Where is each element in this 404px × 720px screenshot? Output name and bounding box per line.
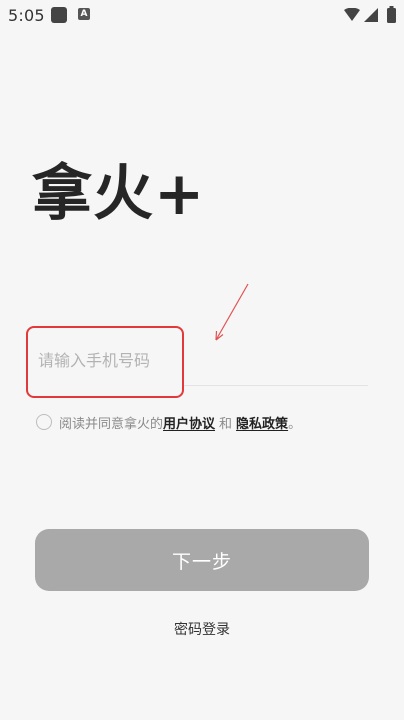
battery-icon [387,6,396,23]
phone-number-input[interactable] [38,342,278,378]
app-title: 拿火+ [32,159,206,229]
annotation-arrow-icon [215,283,249,341]
status-time: 5:05 [8,6,45,25]
input-underline [184,385,368,386]
agreement-prefix: 阅读并同意拿火的 [59,416,164,432]
agreement-suffix: 。 [288,416,302,432]
wifi-icon [344,8,360,21]
a-app-icon: A [78,8,90,20]
status-bar: 5:05 A [0,0,404,32]
privacy-policy-link[interactable]: 隐私政策 [236,413,288,432]
agreement-row: 阅读并同意拿火的 用户协议 和 隐私政策 。 [36,412,301,432]
signal-icon [364,8,378,22]
square-app-icon [51,7,67,23]
agreement-checkbox[interactable] [36,414,52,430]
next-step-button[interactable]: 下一步 [35,529,369,591]
password-login-link[interactable]: 密码登录 [0,619,404,639]
agreement-conjunction: 和 [219,416,233,432]
user-agreement-link[interactable]: 用户协议 [163,413,215,432]
